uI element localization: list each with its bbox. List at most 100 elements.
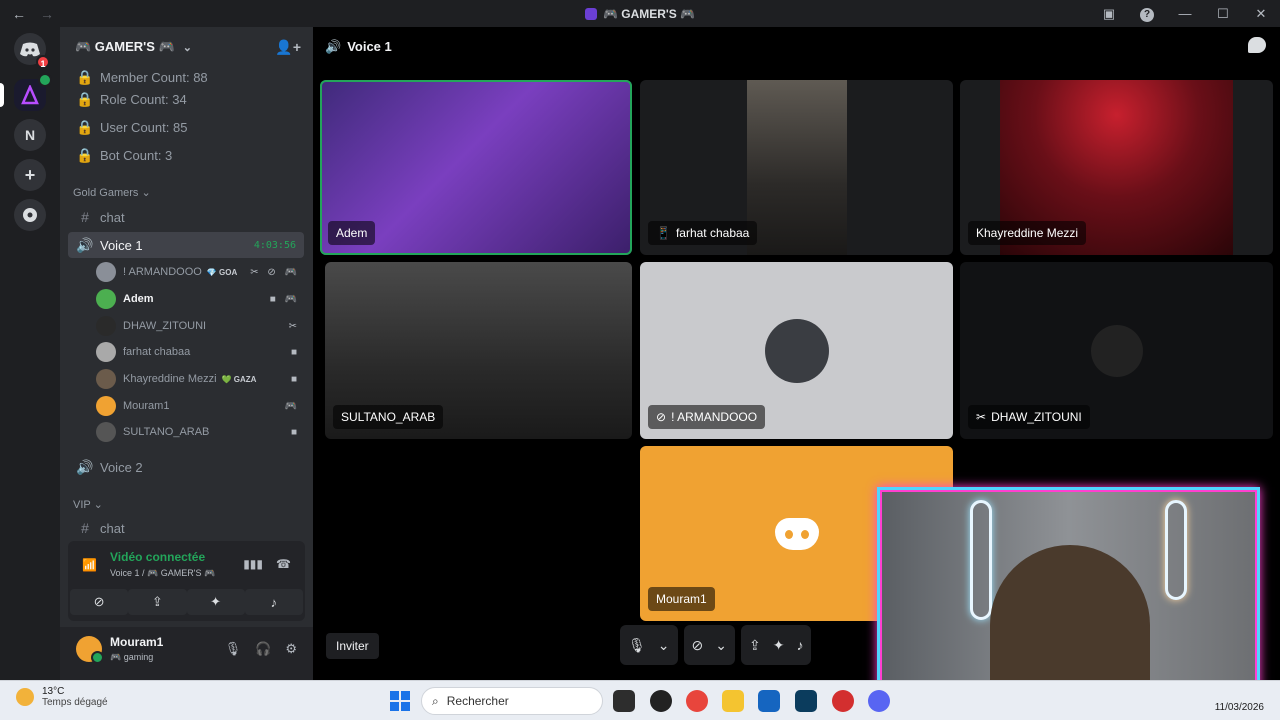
user-status-icons: ■ <box>290 426 300 438</box>
camera-off-icon[interactable]: ⊘ <box>692 637 704 654</box>
video-tile-farhat[interactable]: 📱 farhat chabaa <box>640 80 953 255</box>
user-panel-status: 🎮 gaming <box>110 652 154 662</box>
chevron-down-icon[interactable]: ⌄ <box>715 637 727 654</box>
gear-icon[interactable]: ⚙ <box>285 641 297 657</box>
voice-user-mouram[interactable]: Mouram1 🎮 <box>96 394 306 418</box>
voice-user-dhaw[interactable]: DHAW_ZITOUNI ✂ <box>96 314 306 338</box>
app-icon[interactable] <box>650 690 672 712</box>
video-tile-khayreddine[interactable]: Khayreddine Mezzi <box>960 80 1273 255</box>
inbox-icon[interactable]: ▣ <box>1090 6 1128 22</box>
voice-timer: 4:03:56 <box>253 239 296 251</box>
user-status-icons: ✂ ⊘ 🎮 <box>250 266 300 278</box>
noise-suppression-icon[interactable]: ▮▮▮ <box>243 557 263 571</box>
direct-messages-button[interactable]: 1 <box>14 33 50 69</box>
help-icon[interactable]: ? <box>1128 5 1166 22</box>
server-icon-gamers[interactable] <box>0 73 52 111</box>
channel-sidebar: 🎮 GAMER'S 🎮 ⌄ 👤+ 🔒 Member Count: 88 🔒 Role… <box>60 27 313 680</box>
add-member-icon[interactable]: 👤+ <box>275 39 301 56</box>
discord-logo-icon <box>20 42 40 56</box>
camera-control[interactable]: ⊘ ⌄ <box>683 625 735 665</box>
avatar <box>96 396 116 416</box>
phone-icon: 📱 <box>656 226 671 240</box>
search-placeholder: Rechercher <box>446 694 509 708</box>
add-server-button[interactable]: + <box>14 159 46 191</box>
channel-label: Bot Count: 3 <box>100 147 173 163</box>
channel-bot-count[interactable]: 🔒 Bot Count: 3 <box>68 142 304 168</box>
taskbar-search[interactable]: ⌕ Rechercher <box>421 687 603 715</box>
clock-date: 11/03/2026 <box>1214 702 1264 713</box>
user-name: Mouram1 <box>123 400 170 412</box>
invite-button[interactable]: Inviter <box>326 633 379 659</box>
user-status-icons: ■ 🎮 <box>269 293 300 305</box>
file-explorer-icon[interactable] <box>722 690 744 712</box>
weather-widget[interactable]: 13°C Temps dégagé <box>16 686 108 708</box>
league-icon[interactable] <box>795 690 817 712</box>
chevron-down-icon: ⌄ <box>182 41 192 54</box>
channel-chat-2[interactable]: # chat <box>68 515 304 541</box>
channel-chat[interactable]: # chat <box>68 204 304 230</box>
channel-label: Member Count: 88 <box>100 69 208 85</box>
channel-role-count[interactable]: 🔒 Role Count: 34 <box>68 86 304 112</box>
channel-label: chat <box>100 209 125 225</box>
user-name: Khayreddine Mezzi <box>123 373 217 385</box>
chevron-down-icon[interactable]: ⌄ <box>658 637 670 654</box>
channel-label: Voice 2 <box>100 459 143 475</box>
screen-share-button[interactable]: ⇪ <box>128 589 187 615</box>
chrome-icon[interactable] <box>686 690 708 712</box>
lock-icon: 🔒 <box>76 118 94 135</box>
video-tile-sultano[interactable]: SULTANO_ARAB <box>325 262 632 439</box>
speaker-icon: 🔊 <box>76 458 94 475</box>
minimize-button[interactable]: — <box>1166 6 1204 21</box>
server-icon-n[interactable]: N <box>14 119 46 151</box>
category-vip[interactable]: VIP ⌄ <box>73 498 103 511</box>
voice-user-khayreddine[interactable]: Khayreddine Mezzi 💚 GAZA ■ <box>96 367 306 391</box>
soundboard-icon[interactable]: ♪ <box>796 637 803 653</box>
tile-label: ⊘ ! ARMANDOOO <box>648 405 766 429</box>
voice-user-farhat[interactable]: farhat chabaa ■ <box>96 340 306 364</box>
webcam-overlay <box>877 487 1260 701</box>
user-name: ! ARMANDOOO <box>123 266 202 278</box>
activities-icon[interactable]: ✦ <box>773 637 785 654</box>
channel-voice-2[interactable]: 🔊 Voice 2 <box>68 454 304 480</box>
start-button[interactable] <box>390 691 410 711</box>
mic-control[interactable]: 🎙 ⌄ <box>620 625 678 665</box>
maximize-button[interactable]: ☐ <box>1204 6 1242 22</box>
voice-user-armandooo[interactable]: ! ARMANDOOO 💎 GOA ✂ ⊘ 🎮 <box>96 260 306 284</box>
channel-label: Voice 1 <box>100 237 143 253</box>
tile-name: Adem <box>336 226 368 240</box>
close-button[interactable]: ✕ <box>1242 6 1280 22</box>
back-button[interactable]: ← <box>12 6 26 22</box>
tile-label: Khayreddine Mezzi <box>968 221 1087 245</box>
server-header[interactable]: 🎮 GAMER'S 🎮 ⌄ 👤+ <box>60 27 313 67</box>
channel-user-count[interactable]: 🔒 User Count: 85 <box>68 114 304 140</box>
connection-channel[interactable]: Voice 1 / 🎮 GAMER'S 🎮 <box>110 568 215 579</box>
video-tile-adem[interactable]: Adem <box>320 80 632 255</box>
user-tag: 💎 GOA <box>206 267 238 277</box>
soundboard-button[interactable]: ♪ <box>244 589 303 615</box>
explore-servers-button[interactable] <box>14 199 46 231</box>
forward-button[interactable]: → <box>40 6 54 22</box>
screen-share-icon[interactable]: ⇪ <box>749 637 761 654</box>
avatar[interactable] <box>76 636 104 664</box>
category-gold-gamers[interactable]: Gold Gamers ⌄ <box>73 186 151 199</box>
voice-user-adem[interactable]: Adem ■ 🎮 <box>96 287 306 311</box>
headphones-icon[interactable]: 🎧 <box>255 641 271 657</box>
app-icon <box>584 7 597 20</box>
app-icon[interactable] <box>832 690 854 712</box>
task-view-icon[interactable] <box>613 690 635 712</box>
window-title: 🎮 GAMER'S 🎮 <box>0 7 1280 21</box>
microphone-icon[interactable]: 🎙 <box>628 637 646 654</box>
video-tile-dhaw[interactable]: ✂ DHAW_ZITOUNI <box>960 262 1273 439</box>
video-tile-armandooo[interactable]: ⊘ ! ARMANDOOO <box>640 262 953 439</box>
store-icon[interactable] <box>758 690 780 712</box>
channel-voice-1[interactable]: 🔊 Voice 1 4:03:56 <box>68 232 304 258</box>
voice-user-sultano[interactable]: SULTANO_ARAB ■ <box>96 420 306 444</box>
voice-actions: ⊘ ⇪ ✦ ♪ <box>68 589 305 615</box>
microphone-icon[interactable]: 🎙 <box>225 641 242 657</box>
chat-bubble-icon[interactable] <box>1248 37 1266 53</box>
disconnect-icon[interactable]: ☎ <box>276 557 291 571</box>
notification-badge: 1 <box>36 55 50 69</box>
activities-button[interactable]: ✦ <box>186 589 245 615</box>
discord-taskbar-icon[interactable] <box>868 690 890 712</box>
camera-off-button[interactable]: ⊘ <box>70 589 129 615</box>
